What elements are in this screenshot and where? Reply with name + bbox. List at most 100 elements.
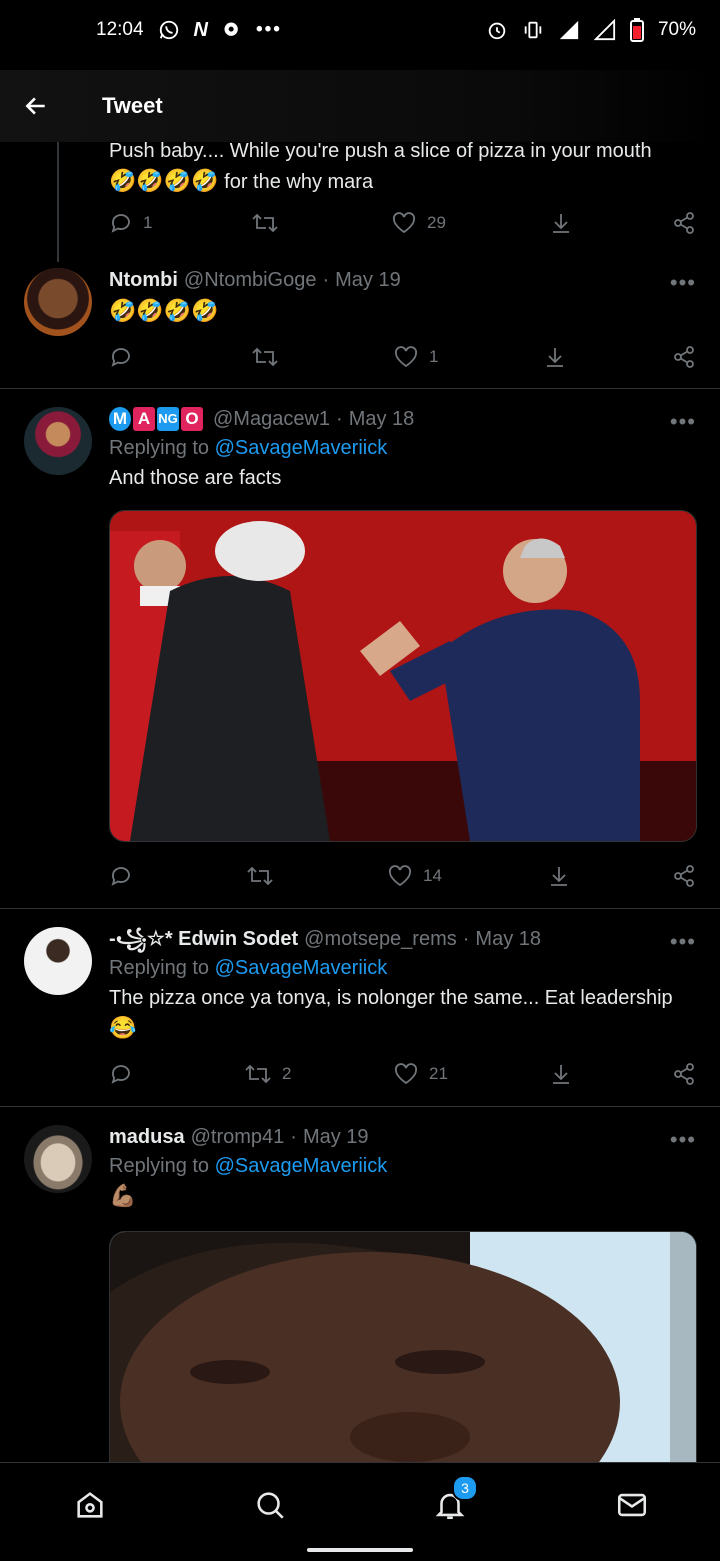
retweet-button[interactable]: [246, 864, 274, 888]
share-button[interactable]: [672, 345, 696, 369]
tweet-emoji: 😂: [109, 1015, 137, 1040]
heart-icon: [394, 346, 418, 368]
like-button[interactable]: 21: [393, 1062, 448, 1086]
like-button[interactable]: 14: [387, 864, 442, 888]
mail-icon: [617, 1493, 647, 1517]
download-icon: [553, 1065, 569, 1084]
tweet-date[interactable]: May 19: [335, 266, 401, 294]
like-count: 29: [427, 213, 446, 232]
author-handle[interactable]: @motsepe_rems: [304, 925, 457, 953]
reply-button[interactable]: [109, 864, 133, 888]
netflix-icon: N: [193, 18, 208, 41]
mention-link[interactable]: @SavageMaveriick: [215, 437, 388, 459]
tweet-text: The pizza once ya tonya, is nolonger the…: [109, 987, 673, 1009]
reply-button[interactable]: 1: [109, 211, 152, 235]
like-count: 21: [429, 1064, 448, 1083]
avatar[interactable]: [24, 268, 92, 336]
share-icon: [674, 865, 694, 887]
reply-icon: [111, 1065, 130, 1084]
author-name[interactable]: madusa: [109, 1123, 185, 1151]
arrow-left-icon: [25, 97, 45, 115]
smiling-man-photo: [110, 1232, 696, 1462]
reply-button[interactable]: [109, 1062, 133, 1086]
retweet-icon: [247, 866, 273, 886]
tweet-ntombi[interactable]: Ntombi @NtombiGoge · May 19 🤣🤣🤣🤣 ••• 1: [0, 262, 720, 388]
tweet-partial[interactable]: Push baby.... While you're push a slice …: [0, 142, 720, 262]
like-button[interactable]: 29: [391, 211, 446, 235]
like-button[interactable]: 1: [393, 345, 438, 369]
tweet-image[interactable]: [109, 1231, 697, 1462]
replying-to: Replying to @SavageMaveriick: [109, 1155, 388, 1177]
nav-search[interactable]: [250, 1485, 290, 1525]
author-name[interactable]: -꧁☆* Edwin Sodet: [109, 925, 298, 953]
retweet-count: 2: [282, 1064, 292, 1083]
tweet-text: And those are facts: [109, 467, 282, 489]
retweet-icon: [245, 1064, 271, 1084]
reply-icon: [111, 348, 130, 367]
avatar[interactable]: [24, 407, 92, 475]
more-options-button[interactable]: •••: [670, 929, 696, 955]
replying-to: Replying to @SavageMaveriick: [109, 437, 388, 459]
reply-icon: [111, 867, 130, 886]
download-button[interactable]: [547, 864, 571, 888]
tweet-madusa[interactable]: madusa @tromp41 · May 19 Replying to @Sa…: [0, 1107, 720, 1462]
author-name[interactable]: M A NG O: [109, 407, 203, 431]
vibrate-icon: [522, 19, 544, 41]
author-handle[interactable]: @Magacew1: [213, 405, 330, 433]
chat-icon: [222, 20, 242, 40]
search-icon: [257, 1492, 284, 1519]
nav-messages[interactable]: [612, 1485, 652, 1525]
alarm-icon: [486, 19, 508, 41]
share-button[interactable]: [672, 1062, 696, 1086]
thread-line: [57, 142, 59, 262]
retweet-icon: [252, 213, 278, 233]
heart-icon: [394, 1063, 418, 1085]
more-dots-icon: •••: [256, 19, 282, 40]
tweet-text: Push baby.... While you're push a slice …: [109, 142, 652, 162]
retweet-button[interactable]: [251, 211, 279, 235]
share-button[interactable]: [672, 864, 696, 888]
tweet-image[interactable]: [109, 510, 697, 842]
home-icon: [77, 1492, 103, 1518]
status-time: 12:04: [96, 19, 144, 40]
nav-notifications[interactable]: 3: [430, 1475, 478, 1525]
tweet-edwin[interactable]: -꧁☆* Edwin Sodet @motsepe_rems · May 18 …: [0, 909, 720, 1106]
author-name[interactable]: Ntombi: [109, 266, 178, 294]
mention-link[interactable]: @SavageMaveriick: [215, 1155, 388, 1177]
whatsapp-icon: [158, 19, 180, 41]
tweet-text-line2: 🤣🤣🤣🤣 for the why mara: [109, 168, 374, 193]
like-count: 14: [423, 866, 442, 885]
nav-home[interactable]: [70, 1485, 110, 1525]
home-indicator: [307, 1548, 413, 1552]
author-handle[interactable]: @NtombiGoge: [184, 266, 317, 294]
lte-icon: [593, 19, 616, 41]
retweet-button[interactable]: [251, 345, 279, 369]
reply-count: 1: [143, 213, 153, 232]
mention-link[interactable]: @SavageMaveriick: [215, 957, 388, 979]
reply-button[interactable]: [109, 345, 133, 369]
download-button[interactable]: [543, 345, 567, 369]
more-options-button[interactable]: •••: [670, 270, 696, 296]
replying-to: Replying to @SavageMaveriick: [109, 957, 388, 979]
tweet-emoji: 💪🏽: [109, 1183, 137, 1208]
tweet-header: Tweet: [0, 70, 720, 142]
signal-icon: [558, 19, 580, 41]
avatar[interactable]: [24, 927, 92, 995]
tweet-date[interactable]: May 18: [349, 405, 415, 433]
download-button[interactable]: [549, 1062, 573, 1086]
tweet-date[interactable]: May 19: [303, 1123, 369, 1151]
author-handle[interactable]: @tromp41: [191, 1123, 285, 1151]
retweet-icon: [252, 347, 278, 367]
tweet-date[interactable]: May 18: [475, 925, 541, 953]
retweet-button[interactable]: 2: [244, 1062, 291, 1086]
more-options-button[interactable]: •••: [670, 409, 696, 435]
download-icon: [551, 867, 567, 886]
tweet-mango[interactable]: M A NG O @Magacew1 · May 18 Replying to …: [0, 389, 720, 908]
back-button[interactable]: [0, 70, 72, 142]
more-options-button[interactable]: •••: [670, 1127, 696, 1153]
download-button[interactable]: [549, 211, 573, 235]
bottom-navigation: 3: [0, 1462, 720, 1561]
share-button[interactable]: [672, 211, 696, 235]
tweet-feed[interactable]: Push baby.... While you're push a slice …: [0, 142, 720, 1462]
avatar[interactable]: [24, 1125, 92, 1193]
